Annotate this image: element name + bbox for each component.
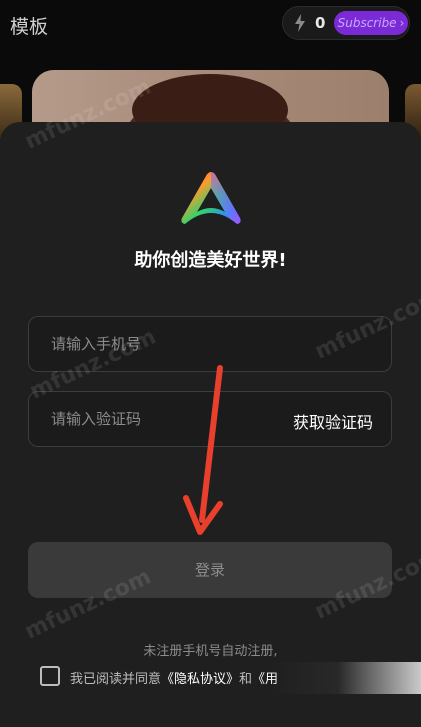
credits-pill[interactable]: 0 Subscribe ›	[282, 6, 410, 40]
get-code-button[interactable]: 获取验证码	[293, 409, 373, 433]
chevron-right-icon: ›	[399, 16, 405, 30]
annotation-arrow	[183, 365, 223, 535]
subscribe-button[interactable]: Subscribe ›	[334, 11, 408, 35]
app-logo-icon	[181, 172, 241, 224]
agree-prefix: 我已阅读并同意	[70, 672, 162, 687]
top-bar: 模板 0 Subscribe ›	[0, 0, 421, 50]
login-button[interactable]: 登录	[28, 542, 392, 598]
agreement-text: 我已阅读并同意《隐私协议》和《用	[70, 668, 278, 687]
credits-count: 0	[315, 14, 326, 32]
agree-checkbox[interactable]	[40, 666, 60, 686]
login-sheet: 助你创造美好世界! 获取验证码 登录 未注册手机号自动注册, 我已阅读并同意《隐…	[0, 74, 421, 727]
subscribe-label: Subscribe	[337, 16, 397, 30]
glare-overlay	[270, 662, 421, 694]
agree-and: 和	[239, 672, 253, 687]
slogan: 助你创造美好世界!	[134, 250, 287, 271]
lightning-icon	[295, 14, 305, 32]
privacy-policy-link[interactable]: 《隐私协议》	[161, 672, 239, 687]
auto-register-notice: 未注册手机号自动注册,	[143, 644, 278, 659]
page-title: 模板	[10, 16, 49, 38]
